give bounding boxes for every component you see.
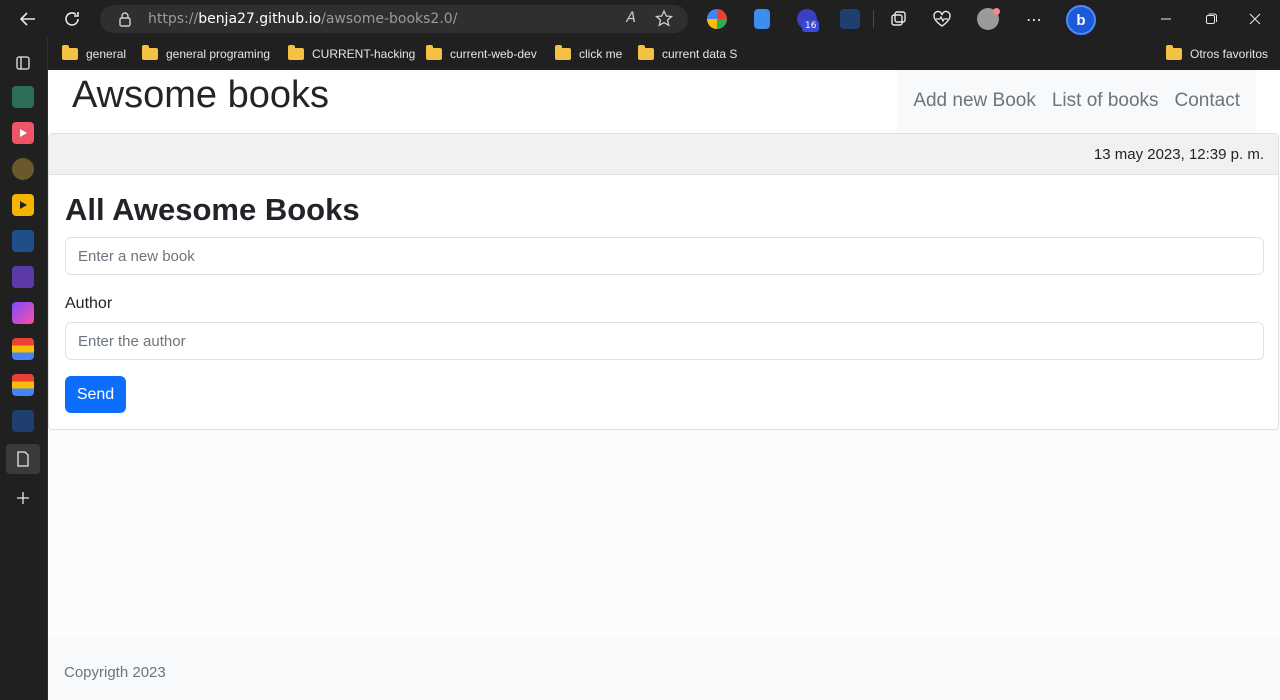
bookmark-folder[interactable]: general [62, 45, 126, 63]
refresh-icon[interactable] [58, 5, 86, 33]
card-header: 13 may 2023, 12:39 p. m. [49, 134, 1278, 175]
read-aloud-icon[interactable]: A [626, 10, 636, 26]
tab-favicon-icon[interactable] [12, 158, 34, 180]
other-favorites-folder[interactable]: Otros favoritos [1166, 45, 1268, 63]
bing-copilot-icon[interactable]: b [1066, 5, 1096, 35]
close-icon[interactable] [1241, 5, 1269, 33]
bookmark-folder[interactable]: current-web-dev [426, 45, 537, 63]
back-arrow-icon[interactable] [14, 5, 42, 33]
nav-contact[interactable]: Contact [1175, 90, 1240, 112]
collections-icon[interactable] [884, 5, 912, 33]
extension-grid-icon[interactable] [840, 9, 860, 29]
minimize-icon[interactable] [1152, 5, 1180, 33]
tab-favicon-icon[interactable] [12, 86, 34, 108]
folder-icon [288, 45, 304, 60]
more-options-icon[interactable]: ⋯ [1020, 5, 1048, 33]
browser-sidebar [0, 38, 48, 700]
url-text[interactable]: https://benja27.github.io/awsome-books2.… [148, 11, 457, 27]
main-nav: Add new Book List of books Contact [897, 70, 1256, 132]
current-date: 13 may 2023, 12:39 p. m. [1093, 146, 1264, 163]
author-input[interactable] [65, 322, 1264, 360]
browser-toolbar: https://benja27.github.io/awsome-books2.… [0, 0, 1280, 38]
send-button[interactable]: Send [65, 376, 126, 413]
tab-favicon-icon[interactable] [12, 410, 34, 432]
site-logo[interactable]: Awsome books [72, 74, 329, 117]
youtube-tab-icon[interactable] [12, 122, 34, 144]
tab-favicon-icon[interactable] [12, 374, 34, 396]
extension-count-badge: 16 [802, 20, 820, 32]
profile-notification-dot [993, 8, 1000, 15]
site-footer: Copyrigth 2023 [48, 638, 1280, 700]
bookmark-folder[interactable]: current data S [638, 45, 737, 63]
nav-list-of-books[interactable]: List of books [1052, 90, 1159, 112]
folder-icon [1166, 45, 1182, 60]
extension-color-icon[interactable] [707, 9, 727, 29]
restore-icon[interactable] [1197, 5, 1225, 33]
folder-icon [142, 45, 158, 60]
bookmark-folder[interactable]: general programing [142, 45, 270, 63]
bookmarks-bar: general general programing CURRENT-hacki… [48, 38, 1280, 70]
tab-favicon-icon[interactable] [12, 266, 34, 288]
bookmark-folder[interactable]: CURRENT-hacking [288, 45, 415, 63]
play-tab-icon[interactable] [12, 194, 34, 216]
tab-favicon-icon[interactable] [12, 302, 34, 324]
tab-actions-icon[interactable] [12, 52, 34, 74]
folder-icon [555, 45, 571, 60]
folder-icon [426, 45, 442, 60]
tab-favicon-icon[interactable] [12, 230, 34, 252]
site-header: Awsome books Add new Book List of books … [48, 70, 1280, 132]
copyright-text: Copyrigth 2023 [64, 664, 166, 681]
book-title-input[interactable] [65, 237, 1264, 275]
add-book-card: 13 may 2023, 12:39 p. m. All Awesome Boo… [48, 133, 1279, 430]
browser-essentials-icon[interactable] [928, 5, 956, 33]
folder-icon [62, 45, 78, 60]
lock-icon[interactable] [118, 11, 132, 31]
toolbar-divider [873, 10, 874, 28]
active-tab-document-icon[interactable] [6, 444, 40, 474]
new-tab-plus-icon[interactable] [12, 487, 34, 509]
folder-icon [638, 45, 654, 60]
author-label: Author [65, 295, 113, 312]
nav-add-new-book[interactable]: Add new Book [913, 90, 1036, 112]
address-bar[interactable]: https://benja27.github.io/awsome-books2.… [100, 5, 688, 33]
extension-doc-icon[interactable] [754, 9, 770, 29]
bookmark-folder[interactable]: click me [555, 45, 622, 63]
tab-favicon-icon[interactable] [12, 338, 34, 360]
favorite-star-icon[interactable] [654, 9, 674, 33]
page-viewport: Awsome books Add new Book List of books … [48, 70, 1280, 700]
page-title: All Awesome Books [65, 192, 360, 227]
